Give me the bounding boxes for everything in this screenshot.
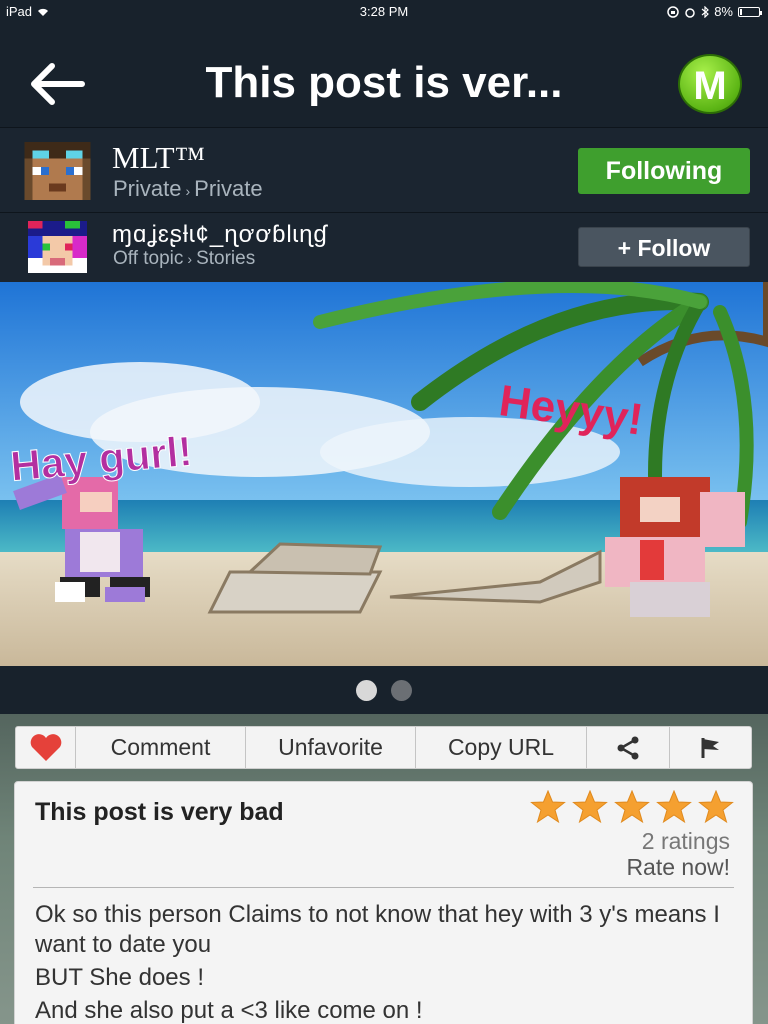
- battery-percent: 8%: [714, 4, 733, 19]
- status-bar: iPad 3:28 PM 8%: [0, 0, 768, 22]
- share-icon: [617, 736, 639, 759]
- rate-now-link[interactable]: Rate now!: [626, 854, 730, 881]
- beach-scene-image: Hay gurl! Heyyy!: [0, 282, 768, 666]
- author-avatar[interactable]: [24, 221, 91, 273]
- author-name[interactable]: MLT™: [112, 140, 205, 176]
- star-icon[interactable]: [656, 790, 692, 824]
- star-icon[interactable]: [530, 790, 566, 824]
- follow-button[interactable]: + Follow: [578, 227, 750, 267]
- page-title: This post is ver...: [205, 58, 563, 107]
- back-button[interactable]: [26, 60, 86, 108]
- star-rating[interactable]: [530, 790, 734, 824]
- author-avatar[interactable]: [24, 142, 91, 200]
- battery-icon: [738, 6, 762, 17]
- subcategory-label: Private: [194, 176, 263, 201]
- bluetooth-icon: [701, 5, 710, 18]
- star-icon[interactable]: [572, 790, 608, 824]
- action-bar: Comment Unfavorite Copy URL: [15, 726, 752, 769]
- like-button[interactable]: [16, 727, 76, 768]
- chevron-right-icon: ›: [185, 183, 191, 199]
- lock-rotation-icon: [667, 5, 679, 18]
- pager-dot[interactable]: [391, 679, 412, 701]
- star-icon[interactable]: [698, 790, 734, 824]
- post-body-line: Ok so this person Claims to not know tha…: [35, 901, 720, 958]
- following-button[interactable]: Following: [578, 148, 750, 194]
- divider: [33, 887, 734, 888]
- pager-dot[interactable]: [356, 679, 377, 701]
- ratings-count: 2 ratings: [641, 828, 730, 854]
- post-image[interactable]: Hay gurl! Heyyy!: [0, 282, 768, 666]
- author-row[interactable]: MLT™ Private › Private Following: [0, 127, 768, 212]
- share-button[interactable]: [587, 727, 670, 768]
- post-card: This post is very bad 2 ratings Rate now…: [14, 781, 753, 1024]
- app-logo-button[interactable]: M: [678, 54, 742, 114]
- post-title: This post is very bad: [35, 798, 284, 826]
- status-time: 3:28 PM: [359, 4, 409, 19]
- author-category[interactable]: Off topic › Stories: [113, 248, 255, 270]
- alarm-icon: [685, 7, 695, 18]
- flag-button[interactable]: [670, 727, 751, 768]
- flag-icon: [701, 737, 719, 758]
- heart-icon: [30, 733, 61, 761]
- post-body: Ok so this person Claims to not know tha…: [35, 900, 722, 1024]
- category-label: Private: [113, 176, 182, 201]
- category-label: Off topic: [113, 248, 184, 269]
- star-icon[interactable]: [614, 790, 650, 824]
- author-name[interactable]: ɱɑʝɛʂƚɩ¢_ɳơơɓƖɩɳɠ: [112, 221, 328, 249]
- copy-url-button[interactable]: Copy URL: [416, 727, 587, 768]
- post-body-line: And she also put a <3 like come on !: [35, 997, 423, 1024]
- unfavorite-button[interactable]: Unfavorite: [246, 727, 416, 768]
- comment-button[interactable]: Comment: [76, 727, 246, 768]
- back-arrow-icon: [31, 63, 85, 105]
- chevron-right-icon: ›: [187, 251, 193, 267]
- author-row[interactable]: ɱɑʝɛʂƚɩ¢_ɳơơɓƖɩɳɠ Off topic › Stories + Fo…: [0, 212, 768, 282]
- subcategory-label: Stories: [196, 248, 256, 269]
- post-body-line: BUT She does !: [35, 964, 204, 991]
- author-category[interactable]: Private › Private: [113, 176, 263, 202]
- battery-fill: [740, 8, 742, 15]
- image-pager[interactable]: [0, 666, 768, 714]
- navigation-bar: This post is ver... M: [0, 22, 768, 127]
